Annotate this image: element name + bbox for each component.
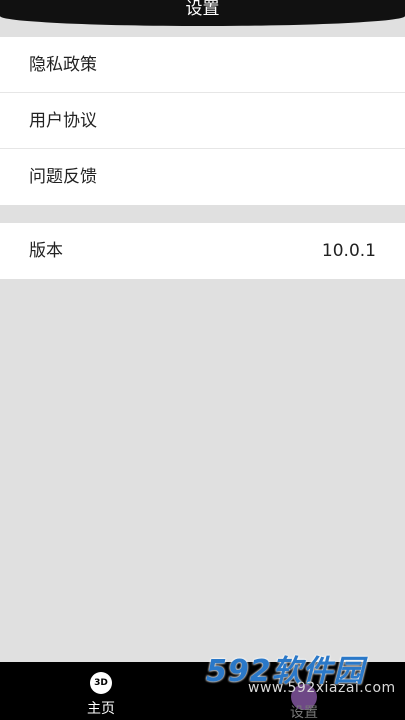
header-bar: 设置 [0, 0, 405, 26]
tab-settings[interactable]: 设置 [203, 662, 405, 720]
page-title: 设置 [185, 0, 220, 19]
tab-home-label: 主页 [87, 701, 115, 717]
version-group: 版本 10.0.1 [0, 223, 405, 279]
user-agreement-item[interactable]: 用户协议 [0, 93, 405, 149]
user-agreement-label: 用户协议 [29, 111, 97, 131]
feedback-item[interactable]: 问题反馈 [0, 149, 405, 205]
version-item: 版本 10.0.1 [0, 223, 405, 279]
feedback-label: 问题反馈 [29, 167, 97, 187]
privacy-policy-item[interactable]: 隐私政策 [0, 37, 405, 93]
header: 设置 [0, 0, 405, 36]
tab-home[interactable]: 3D 主页 [0, 662, 202, 720]
bottom-tab-bar: 3D 主页 设置 [0, 662, 405, 720]
version-value: 10.0.1 [321, 241, 376, 261]
settings-list: 隐私政策 用户协议 问题反馈 [0, 37, 405, 205]
privacy-policy-label: 隐私政策 [29, 55, 97, 75]
version-label: 版本 [29, 241, 63, 261]
settings-screen: 设置 隐私政策 用户协议 问题反馈 版本 10.0.1 3D 主页 设置 592… [0, 0, 405, 720]
3d-cube-icon: 3D [90, 672, 112, 694]
tab-settings-label: 设置 [290, 705, 318, 720]
